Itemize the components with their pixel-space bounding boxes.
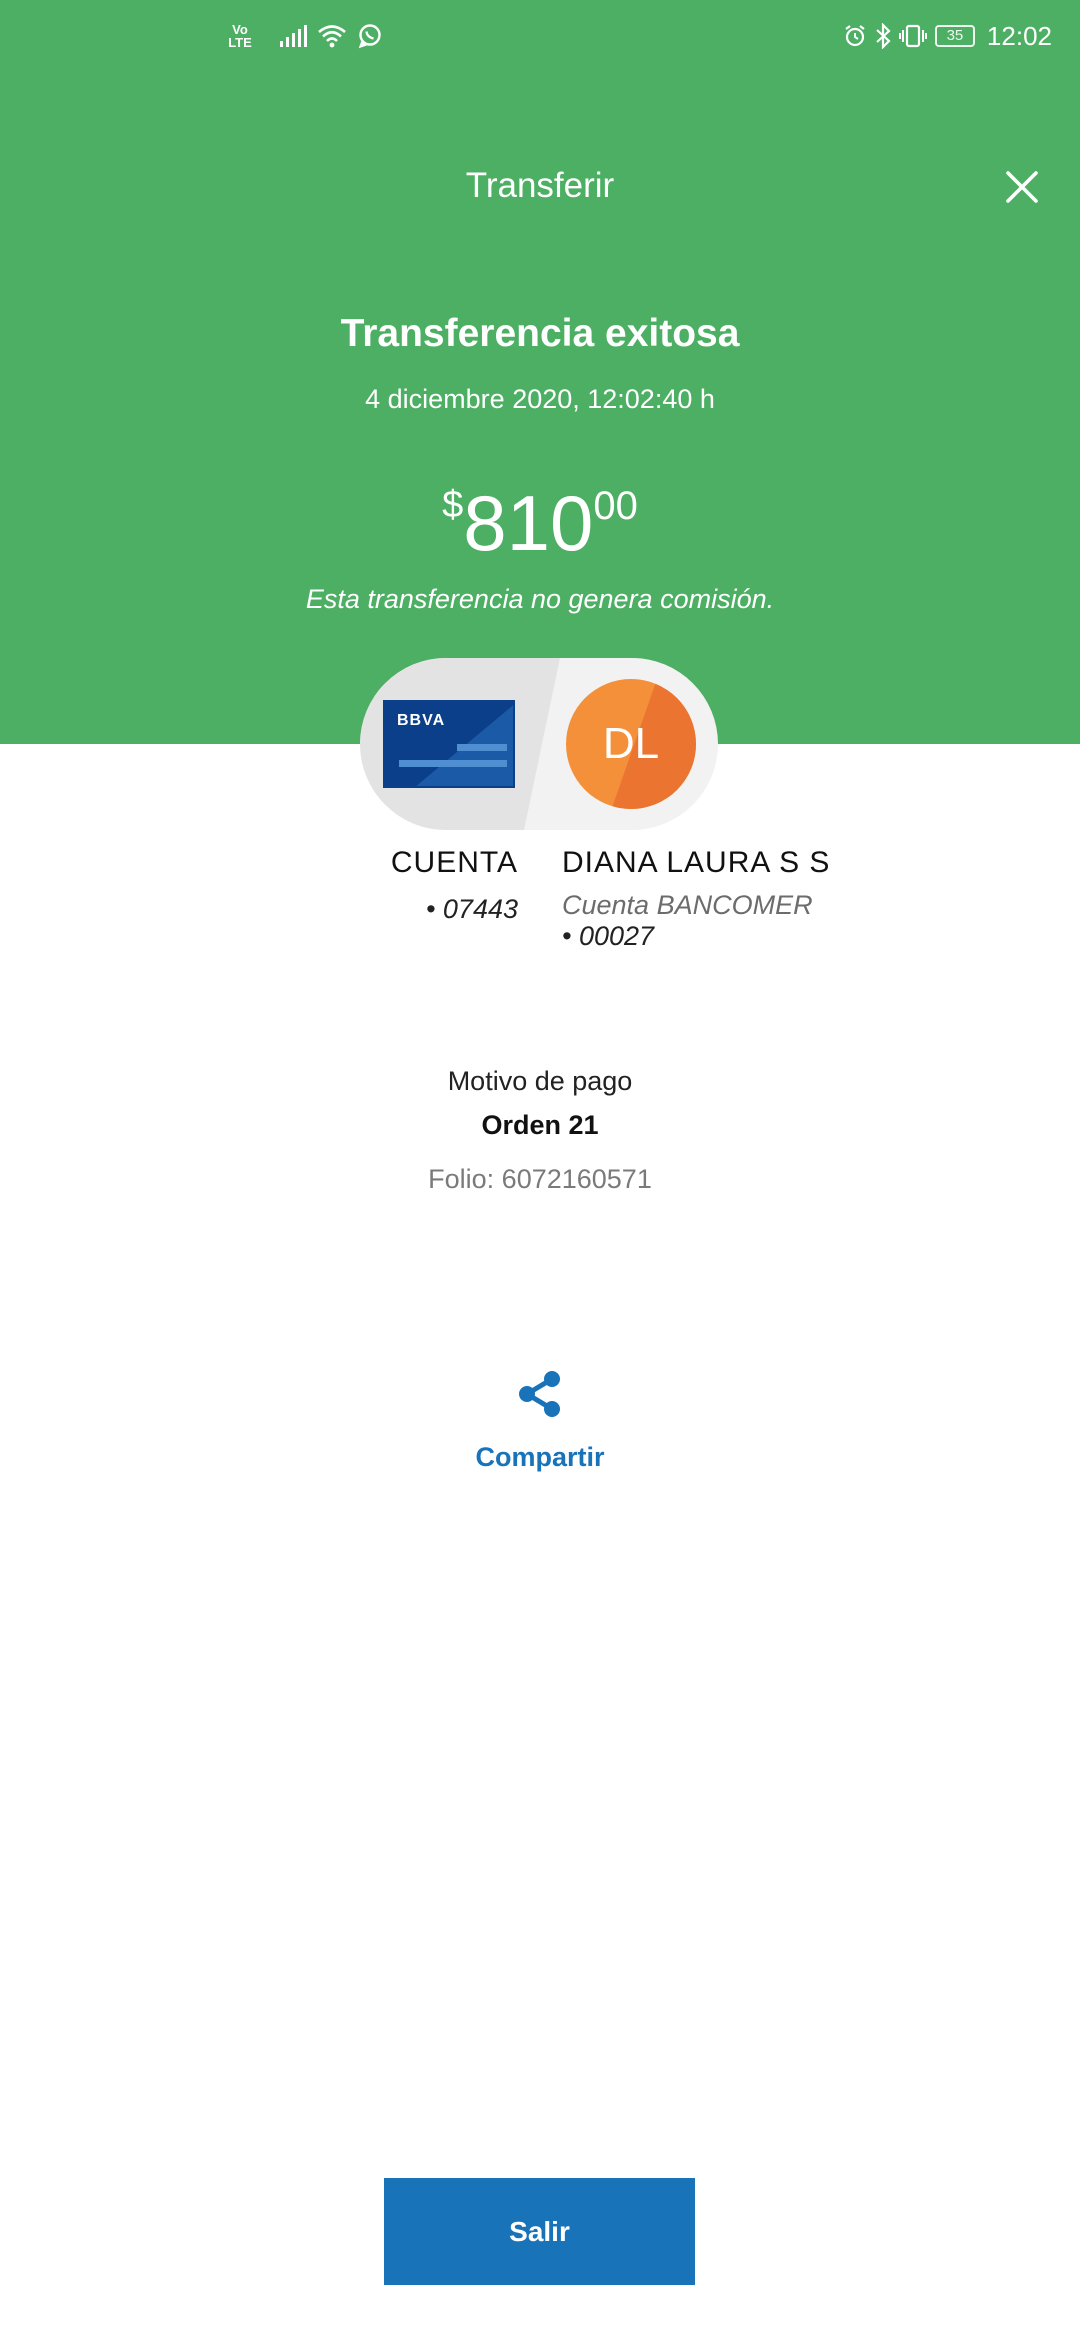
amount-currency: $ [442,484,464,526]
vibrate-icon [898,24,927,48]
share-button[interactable]: Compartir [440,1368,640,1473]
close-icon[interactable] [1002,167,1042,207]
success-heading: Transferencia exitosa [340,312,740,355]
share-label[interactable]: Compartir [440,1442,640,1473]
bluetooth-icon [876,23,891,49]
status-time: 12:02 [986,20,1052,51]
amount-integer: 810 [463,479,594,567]
transfer-receipt-screen: Vo LTE 35 12:02 Transferir Transferencia… [0,0,1080,2340]
header-background: Vo LTE 35 12:02 Transferir Transferencia… [0,0,1080,744]
avatar-initials: DL [602,719,660,768]
wifi-icon [318,25,346,48]
origin-section: BBVA [360,658,560,830]
whatsapp-icon [358,24,381,49]
battery-icon: 35 [934,25,975,47]
alarm-icon [845,25,865,47]
status-bar: Vo LTE 35 12:02 [0,0,1080,72]
transfer-amount: $81000 [0,478,1080,568]
recipient-bank: Cuenta BANCOMER [562,890,813,920]
status-bar-right: 35 12:02 [843,16,1052,56]
exit-button[interactable]: Salir [384,2178,695,2285]
payment-reason-label: Motivo de pago [447,1066,633,1096]
fee-note: Esta transferencia no genera comisión. [305,584,775,614]
status-bar-left: Vo LTE [228,20,383,52]
payment-reason-value: Orden 21 [481,1110,599,1140]
amount-decimals: 00 [593,484,638,528]
bbva-card-icon: BBVA [383,700,515,788]
recipient-account-number: • 00027 [562,921,655,951]
page-title: Transferir [465,166,615,205]
origin-account-name: CUENTA [390,846,518,879]
recipient-name: DIANA LAURA S S [562,846,831,879]
recipient-avatar: DL [566,679,696,809]
transfer-parties-pill: BBVA DL [360,658,718,830]
origin-account: CUENTA • 07443 [330,846,518,925]
origin-account-number: • 07443 [425,894,518,924]
volte-icon: Vo LTE [228,23,252,49]
card-logo: BBVA [397,712,446,729]
folio-number: Folio: 6072160571 [428,1164,652,1194]
signal-icon [280,25,307,47]
destination-account: DIANA LAURA S S Cuenta BANCOMER • 00027 [562,846,982,952]
transfer-datetime: 4 diciembre 2020, 12:02:40 h [365,384,715,414]
share-icon[interactable] [514,1368,566,1420]
volte-label-bottom: LTE [228,35,252,50]
